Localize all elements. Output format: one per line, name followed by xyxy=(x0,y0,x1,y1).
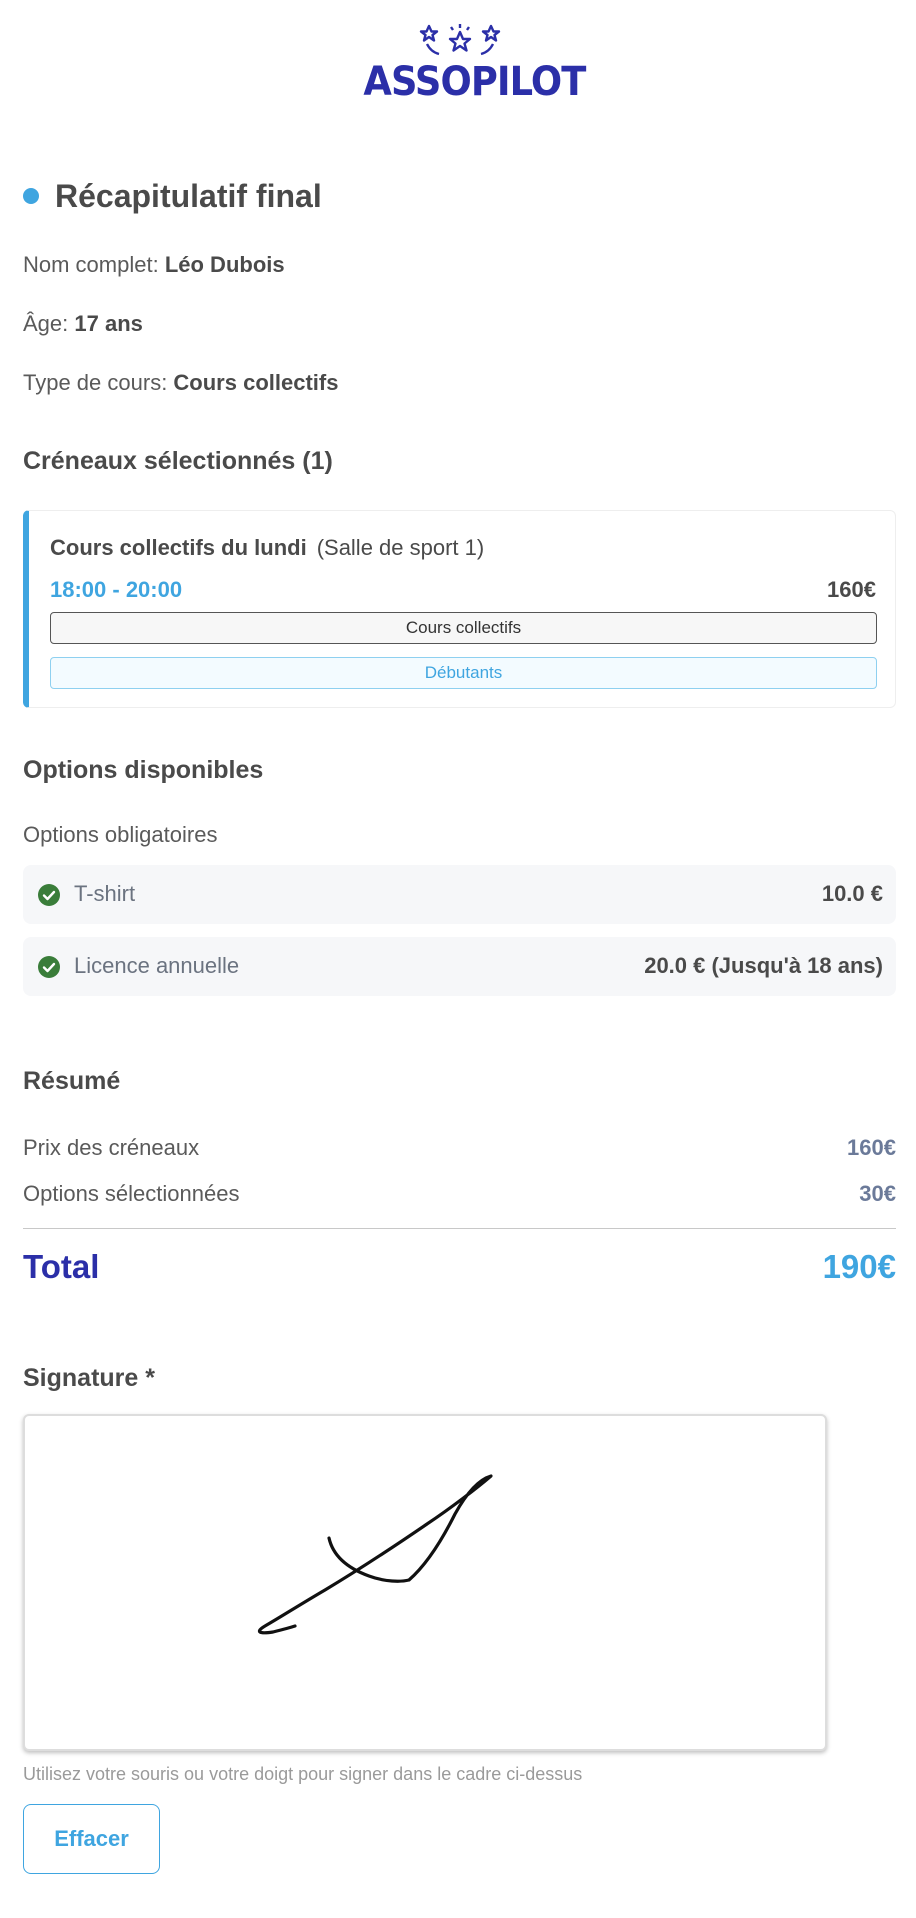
signature-hint: Utilisez votre souris ou votre doigt pou… xyxy=(23,1764,583,1784)
page-title: Récapitulatif final xyxy=(55,177,322,214)
slot-room: (Salle de sport 1) xyxy=(316,535,485,560)
assopilot-logo: ASSOPILOT xyxy=(355,22,586,105)
slot-name: Cours collectifs du lundi xyxy=(50,535,307,560)
total-value: 190€ xyxy=(822,1248,896,1285)
slot-time: 18:00 - 20:00 xyxy=(50,577,183,602)
age-line: Âge: 17 ans xyxy=(23,311,143,337)
stars-logo-icon xyxy=(419,24,501,56)
options-total-row: Options sélectionnées 30€ xyxy=(23,1181,896,1207)
options-total-value: 30€ xyxy=(859,1181,896,1206)
age-value: 17 ans xyxy=(74,311,143,336)
total-label: Total xyxy=(23,1248,100,1285)
mandatory-options-label: Options obligatoires xyxy=(23,822,218,847)
page-title-row: Récapitulatif final xyxy=(23,176,322,216)
options-total-label: Options sélectionnées xyxy=(23,1181,240,1206)
option-row-tshirt: T-shirt 10.0 € xyxy=(23,865,896,924)
check-circle-icon xyxy=(38,884,60,906)
full-name-label: Nom complet: xyxy=(23,252,165,277)
slots-price-value: 160€ xyxy=(847,1135,896,1160)
clear-signature-button[interactable]: Effacer xyxy=(23,1804,160,1874)
course-type-value: Cours collectifs xyxy=(173,370,339,395)
summary-heading: Résumé xyxy=(23,1067,121,1095)
option-name: T-shirt xyxy=(74,881,136,906)
slot-price: 160€ xyxy=(827,577,876,602)
full-name-line: Nom complet: Léo Dubois xyxy=(23,252,285,278)
slots-heading: Créneaux sélectionnés (1) xyxy=(23,447,333,475)
slot-card: Cours collectifs du lundi (Salle de sport… xyxy=(23,510,896,708)
slot-title: Cours collectifs du lundi (Salle de sport… xyxy=(50,535,484,561)
options-heading: Options disponibles xyxy=(23,756,264,784)
signature-heading: Signature * xyxy=(23,1364,155,1392)
bullet-dot-icon xyxy=(23,188,39,204)
level-badge: Débutants xyxy=(50,657,877,689)
logo-text: ASSOPILOT xyxy=(363,59,586,105)
slots-price-label: Prix des créneaux xyxy=(23,1135,200,1160)
full-name-value: Léo Dubois xyxy=(164,252,285,277)
course-type-label: Type de cours: xyxy=(23,370,174,395)
option-row-licence: Licence annuelle 20.0 € (Jusqu'à 18 ans) xyxy=(23,937,896,996)
signature-pad[interactable] xyxy=(23,1414,827,1751)
course-type-badge: Cours collectifs xyxy=(50,612,877,644)
option-price: 10.0 € xyxy=(821,881,883,906)
signature-drawing xyxy=(257,1474,493,1635)
summary-divider xyxy=(23,1228,896,1229)
course-type-line: Type de cours: Cours collectifs xyxy=(23,370,338,396)
slots-price-row: Prix des créneaux 160€ xyxy=(23,1135,896,1161)
option-price: 20.0 € (Jusqu'à 18 ans) xyxy=(644,953,883,978)
check-circle-icon xyxy=(38,956,60,978)
age-label: Âge: xyxy=(23,311,75,336)
option-name: Licence annuelle xyxy=(74,953,240,978)
